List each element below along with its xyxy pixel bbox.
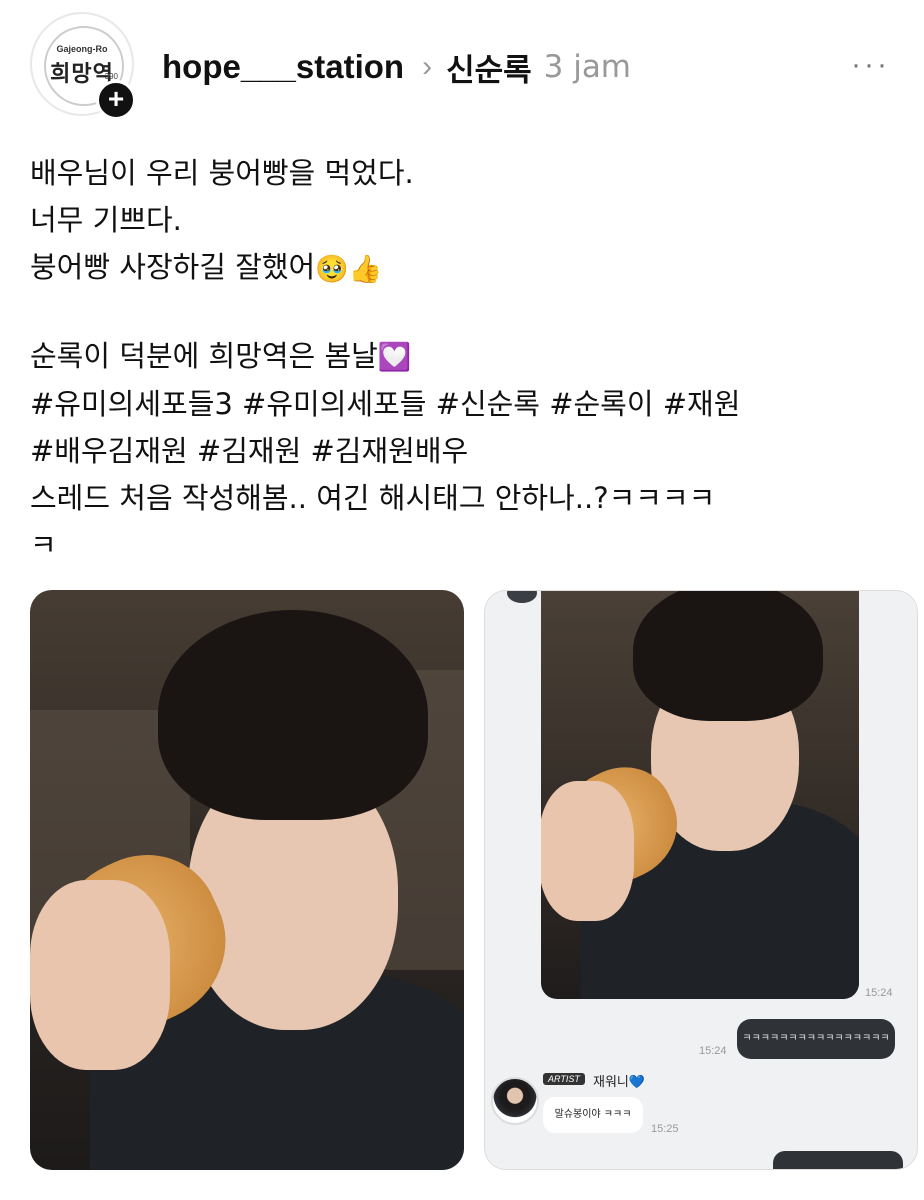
heart-decoration-emoji: 💟 — [377, 342, 412, 373]
artist-avatar — [491, 1077, 539, 1125]
hashtags-line-1[interactable]: #유미의세포들3 #유미의세포들 #신순록 #순록이 #재원 — [30, 381, 890, 428]
chat-time: 15:25 — [651, 1123, 679, 1135]
chat-profile-chip — [507, 591, 537, 603]
sent-message-bubble: ㅋㅋㅋㅋㅋㅋㅋㅋㅋㅋㅋㅋㅋㅋㅋㅋ — [737, 1019, 895, 1059]
hair — [633, 591, 823, 721]
avatar-top-text: Gajeong-Ro — [56, 44, 108, 54]
post-line-8: ㅋ — [30, 528, 57, 562]
post-line-7: 스레드 처음 작성해봄.. 여긴 해시태그 안하나..?ㅋㅋㅋㅋ — [30, 481, 716, 515]
post-photo-1[interactable] — [30, 590, 464, 1170]
partial-message-bubble — [773, 1151, 903, 1169]
post-line-4-text: 순록이 덕분에 희망역은 봄날 — [30, 338, 378, 373]
chat-time: 15:24 — [699, 1045, 727, 1057]
post-text: 배우님이 우리 붕어빵을 먹었다. 너무 기쁘다. 붕어빵 사장하길 잘했어🥹👍… — [30, 150, 890, 569]
follow-plus-icon[interactable]: + — [96, 80, 136, 120]
post-line-1: 배우님이 우리 붕어빵을 먹었다. — [30, 156, 414, 190]
artist-name: 재워니💙 — [593, 1075, 646, 1090]
chat-shared-photo — [541, 591, 859, 999]
artist-message-bubble: 말슈봉이야 ㅋㅋㅋ — [543, 1097, 643, 1133]
hand — [541, 781, 634, 921]
hashtags-line-2[interactable]: #배우김재원 #김재원 #김재원배우 — [30, 428, 890, 475]
post-line-4: 순록이 덕분에 희망역은 봄날💟 — [30, 333, 890, 382]
profile-avatar-container[interactable]: Gajeong-Ro 희망역 390 + — [30, 12, 136, 120]
post-photo-2[interactable]: 15:24 15:24 ㅋㅋㅋㅋㅋㅋㅋㅋㅋㅋㅋㅋㅋㅋㅋㅋ ARTIST 재워니💙… — [484, 590, 918, 1170]
post-line-3-text: 붕어빵 사장하길 잘했어 — [30, 250, 316, 284]
username-link[interactable]: hope___station — [162, 48, 404, 86]
post-line-2: 너무 기쁘다. — [30, 203, 182, 237]
artist-badge: ARTIST — [543, 1073, 585, 1085]
hair — [158, 610, 428, 820]
post-line-3: 붕어빵 사장하길 잘했어🥹👍 — [30, 244, 890, 293]
chat-time: 15:24 — [865, 987, 893, 999]
pleading-thumbs-emoji: 🥹👍 — [315, 253, 383, 285]
more-options-icon[interactable]: ··· — [851, 48, 890, 82]
post-header: hope___station › 신순록 3 jam — [162, 45, 631, 89]
hand — [30, 880, 170, 1070]
reply-to-name-link[interactable]: 신순록 — [446, 45, 532, 90]
post-time: 3 jam — [543, 49, 632, 85]
chevron-right-icon: › — [422, 50, 433, 83]
